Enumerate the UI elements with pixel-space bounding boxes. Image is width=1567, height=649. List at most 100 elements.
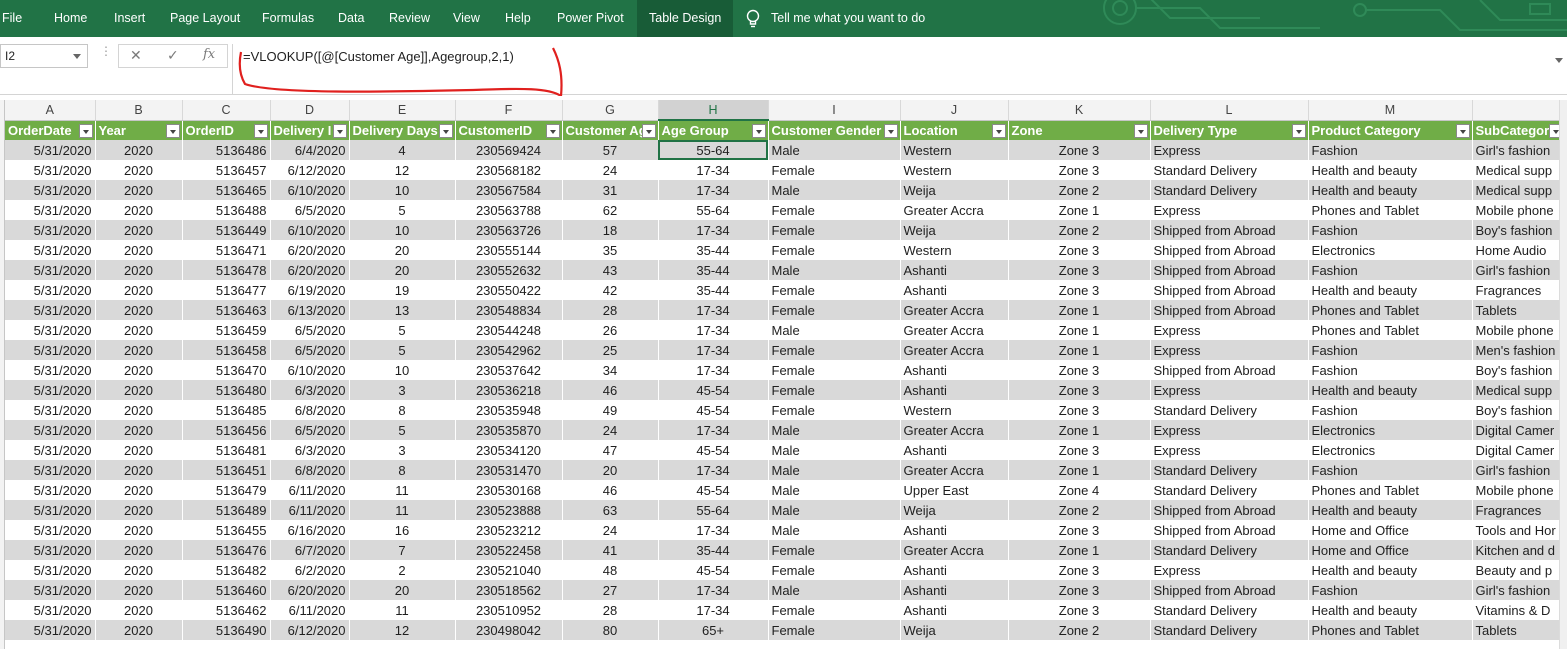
table-cell[interactable]: 17-34: [658, 320, 768, 340]
tab-view[interactable]: View: [453, 0, 480, 37]
table-cell[interactable]: 2020: [95, 580, 182, 600]
table-cell[interactable]: 55-64: [658, 140, 768, 160]
table-cell[interactable]: Zone 2: [1008, 500, 1150, 520]
table-cell[interactable]: 31: [562, 180, 658, 200]
table-cell[interactable]: 5/31/2020: [5, 580, 95, 600]
tell-me-search[interactable]: Tell me what you want to do: [771, 0, 925, 37]
table-cell[interactable]: 6/12/2020: [270, 620, 349, 640]
table-cell[interactable]: Male: [768, 420, 900, 440]
table-cell[interactable]: 20: [562, 460, 658, 480]
table-cell[interactable]: Health and beauty: [1308, 280, 1472, 300]
table-cell[interactable]: 5/31/2020: [5, 200, 95, 220]
table-cell[interactable]: 230544248: [455, 320, 562, 340]
table-cell[interactable]: 49: [562, 400, 658, 420]
table-cell[interactable]: 3: [349, 380, 455, 400]
expand-formula-icon[interactable]: [1555, 58, 1563, 63]
table-cell[interactable]: Female: [768, 300, 900, 320]
table-cell[interactable]: 45-54: [658, 380, 768, 400]
table-cell[interactable]: 11: [349, 500, 455, 520]
table-cell[interactable]: 5136479: [182, 480, 270, 500]
formula-input[interactable]: =VLOOKUP([@[Customer Age]],Agegroup,2,1): [232, 44, 1567, 96]
table-cell[interactable]: 20: [349, 260, 455, 280]
table-cell[interactable]: 46: [562, 380, 658, 400]
table-cell[interactable]: Western: [900, 400, 1008, 420]
table-cell[interactable]: 2020: [95, 380, 182, 400]
table-cell[interactable]: 2020: [95, 540, 182, 560]
table-cell[interactable]: 5/31/2020: [5, 240, 95, 260]
table-cell[interactable]: 5/31/2020: [5, 560, 95, 580]
table-cell[interactable]: 11: [349, 480, 455, 500]
table-cell[interactable]: Phones and Tablet: [1308, 200, 1472, 220]
table-cell[interactable]: 230523888: [455, 500, 562, 520]
table-cell[interactable]: Fashion: [1308, 360, 1472, 380]
table-cell[interactable]: 65+: [658, 620, 768, 640]
table-cell[interactable]: Zone 1: [1008, 320, 1150, 340]
tab-page-layout[interactable]: Page Layout: [170, 0, 240, 37]
table-cell[interactable]: Zone 3: [1008, 440, 1150, 460]
table-cell[interactable]: Zone 2: [1008, 220, 1150, 240]
table-cell[interactable]: Greater Accra: [900, 320, 1008, 340]
table-cell[interactable]: Health and beauty: [1308, 500, 1472, 520]
table-cell[interactable]: 12: [349, 160, 455, 180]
table-cell[interactable]: 5136459: [182, 320, 270, 340]
table-cell[interactable]: 2020: [95, 220, 182, 240]
table-cell[interactable]: Express: [1150, 440, 1308, 460]
chevron-down-icon[interactable]: [73, 54, 81, 59]
table-cell[interactable]: 10: [349, 180, 455, 200]
table-cell[interactable]: Express: [1150, 380, 1308, 400]
table-cell[interactable]: 2020: [95, 420, 182, 440]
cancel-icon[interactable]: ✕: [130, 47, 142, 64]
column-letter-extra[interactable]: [1472, 100, 1566, 121]
table-cell[interactable]: 55-64: [658, 500, 768, 520]
table-cell[interactable]: 6/4/2020: [270, 140, 349, 160]
table-cell[interactable]: 5136458: [182, 340, 270, 360]
table-cell[interactable]: 45-54: [658, 400, 768, 420]
table-cell[interactable]: Standard Delivery: [1150, 460, 1308, 480]
table-cell[interactable]: Fashion: [1308, 340, 1472, 360]
table-cell[interactable]: 2: [349, 560, 455, 580]
table-cell[interactable]: 5/31/2020: [5, 320, 95, 340]
table-cell[interactable]: Zone 1: [1008, 340, 1150, 360]
table-cell[interactable]: 230563788: [455, 200, 562, 220]
table-cell[interactable]: 230569424: [455, 140, 562, 160]
table-cell[interactable]: 5/31/2020: [5, 400, 95, 420]
table-cell[interactable]: 45-54: [658, 560, 768, 580]
table-cell[interactable]: 2020: [95, 180, 182, 200]
table-cell[interactable]: Health and beauty: [1308, 600, 1472, 620]
table-cell[interactable]: Mobile phone: [1472, 480, 1565, 500]
table-cell[interactable]: 5136485: [182, 400, 270, 420]
table-cell[interactable]: 5/31/2020: [5, 140, 95, 160]
table-cell[interactable]: Ashanti: [900, 380, 1008, 400]
table-cell[interactable]: 230550422: [455, 280, 562, 300]
table-cell[interactable]: 2020: [95, 140, 182, 160]
filter-dropdown-icon[interactable]: [438, 123, 453, 138]
table-cell[interactable]: Ashanti: [900, 440, 1008, 460]
table-cell[interactable]: Boy's fashion: [1472, 360, 1565, 380]
table-cell[interactable]: Home and Office: [1308, 540, 1472, 560]
table-cell[interactable]: Express: [1150, 420, 1308, 440]
table-cell[interactable]: 230552632: [455, 260, 562, 280]
table-cell[interactable]: Zone 1: [1008, 200, 1150, 220]
table-cell[interactable]: Fashion: [1308, 260, 1472, 280]
column-letter-b[interactable]: B: [95, 100, 183, 121]
table-cell[interactable]: 48: [562, 560, 658, 580]
table-cell[interactable]: Fashion: [1308, 460, 1472, 480]
table-cell[interactable]: 2020: [95, 560, 182, 580]
filter-dropdown-icon[interactable]: [165, 123, 180, 138]
table-cell[interactable]: 6/3/2020: [270, 380, 349, 400]
table-cell[interactable]: 27: [562, 580, 658, 600]
table-cell[interactable]: 3: [349, 440, 455, 460]
table-cell[interactable]: 26: [562, 320, 658, 340]
table-cell[interactable]: 6/13/2020: [270, 300, 349, 320]
table-cell[interactable]: Weija: [900, 500, 1008, 520]
table-cell[interactable]: 2020: [95, 320, 182, 340]
table-cell[interactable]: Greater Accra: [900, 340, 1008, 360]
table-cell[interactable]: 230531470: [455, 460, 562, 480]
table-cell[interactable]: 6/7/2020: [270, 540, 349, 560]
table-cell[interactable]: Fragrances: [1472, 280, 1565, 300]
table-cell[interactable]: Male: [768, 260, 900, 280]
table-cell[interactable]: Tools and Hor: [1472, 520, 1565, 540]
table-cell[interactable]: Ashanti: [900, 580, 1008, 600]
table-cell[interactable]: 17-34: [658, 160, 768, 180]
table-cell[interactable]: 42: [562, 280, 658, 300]
